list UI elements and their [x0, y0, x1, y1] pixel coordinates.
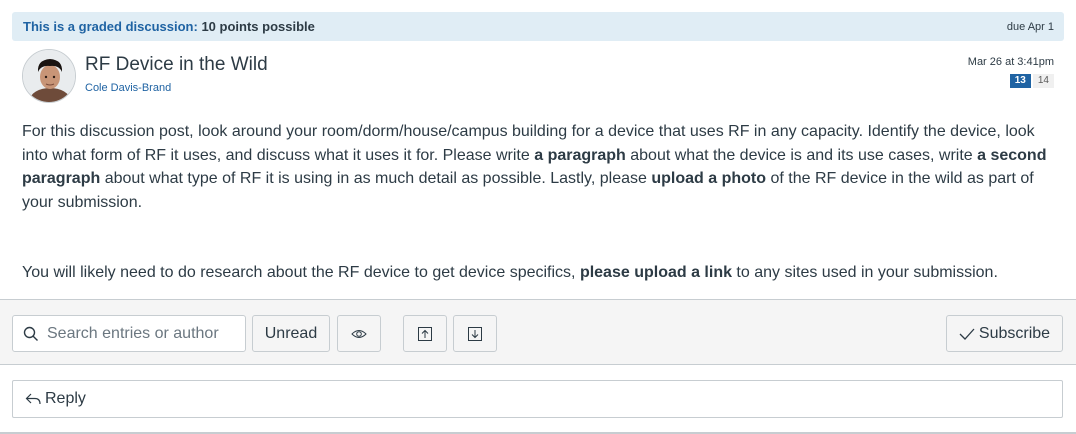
points-possible: 10 points possible	[201, 19, 315, 34]
graded-discussion-banner: This is a graded discussion: 10 points p…	[12, 12, 1064, 41]
unread-count-badge: 13	[1009, 74, 1031, 88]
collapse-replies-button[interactable]	[403, 315, 447, 352]
author-link[interactable]: Cole Davis-Brand	[85, 82, 171, 94]
check-icon	[959, 328, 975, 340]
unread-filter-button[interactable]: Unread	[252, 315, 330, 352]
message-text: about what the device is and its use cas…	[625, 146, 978, 164]
total-count-badge: 14	[1032, 74, 1054, 88]
message-emphasis: upload a photo	[651, 170, 767, 187]
discussion-message: For this discussion post, look around yo…	[22, 120, 1057, 285]
expand-replies-button[interactable]	[453, 315, 497, 352]
mark-all-read-button[interactable]	[337, 315, 381, 352]
message-emphasis: please upload a link	[579, 264, 732, 281]
message-paragraph-2: You will likely need to do research abou…	[22, 261, 1057, 285]
reply-counts: 13 14	[1009, 74, 1054, 88]
search-box[interactable]	[12, 315, 246, 352]
unread-filter-label: Unread	[264, 324, 318, 342]
subscribe-button[interactable]: Subscribe	[946, 315, 1063, 352]
reply-button[interactable]: Reply	[12, 380, 1063, 418]
subscribe-label: Subscribe	[978, 324, 1051, 342]
avatar[interactable]	[22, 49, 76, 103]
upload-icon	[418, 326, 432, 341]
due-date: due Apr 1	[1006, 20, 1054, 33]
message-text: to any sites used in your submission.	[731, 264, 998, 281]
eye-icon	[351, 329, 367, 338]
discussion-toolbar: Unread Subscribe	[0, 299, 1076, 365]
search-icon	[23, 326, 38, 341]
download-icon	[468, 326, 482, 341]
search-input[interactable]	[47, 324, 237, 343]
message-paragraph-1: For this discussion post, look around yo…	[22, 120, 1057, 214]
reply-label: Reply	[45, 390, 86, 407]
message-text: about what type of RF it is using in as …	[100, 170, 652, 187]
reply-icon	[25, 393, 41, 405]
post-date: Mar 26 at 3:41pm	[967, 56, 1054, 68]
message-emphasis: a paragraph	[534, 146, 626, 164]
banner-left: This is a graded discussion: 10 points p…	[23, 19, 315, 34]
avatar-image	[23, 50, 75, 102]
discussion-title: RF Device in the Wild	[85, 54, 268, 75]
graded-label: This is a graded discussion:	[23, 19, 198, 34]
message-text: You will likely need to do research abou…	[22, 264, 580, 281]
